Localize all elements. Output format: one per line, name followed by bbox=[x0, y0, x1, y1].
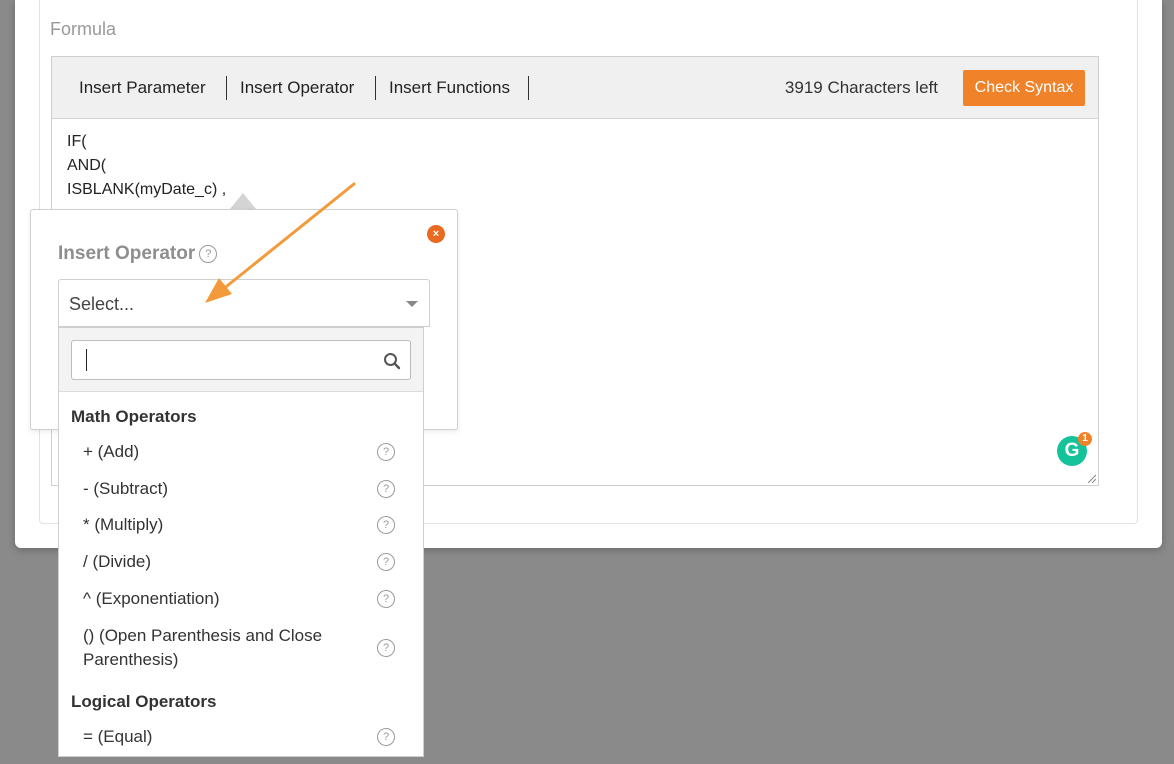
close-icon[interactable]: × bbox=[427, 225, 445, 243]
grammarly-count-badge: 1 bbox=[1078, 432, 1092, 446]
option-add[interactable]: + (Add) bbox=[83, 440, 139, 464]
insert-parameter-link[interactable]: Insert Parameter bbox=[79, 77, 206, 99]
help-icon[interactable]: ? bbox=[377, 639, 395, 657]
code-line: IF( bbox=[67, 133, 87, 150]
option-parentheses-line2: Parenthesis) bbox=[83, 650, 179, 669]
popover-caret bbox=[230, 193, 256, 209]
popover-title: Insert Operator? bbox=[58, 243, 218, 265]
search-icon bbox=[384, 353, 401, 370]
option-parentheses-line1: () (Open Parenthesis and Close bbox=[83, 626, 323, 645]
code-line: ISBLANK(myDate_c) , bbox=[67, 181, 227, 198]
resize-handle-icon[interactable] bbox=[1086, 473, 1096, 483]
code-line: AND( bbox=[67, 157, 107, 174]
operator-select[interactable]: Select... bbox=[58, 279, 430, 327]
chevron-down-icon bbox=[406, 301, 418, 307]
option-divide[interactable]: / (Divide) bbox=[83, 550, 151, 574]
option-multiply[interactable]: * (Multiply) bbox=[83, 513, 163, 537]
formula-label: Formula bbox=[50, 19, 117, 39]
insert-operator-link[interactable]: Insert Operator bbox=[240, 77, 354, 99]
help-icon[interactable]: ? bbox=[377, 590, 395, 608]
help-icon[interactable]: ? bbox=[377, 480, 395, 498]
text-cursor bbox=[86, 349, 87, 371]
toolbar-divider bbox=[226, 76, 227, 100]
toolbar-divider bbox=[375, 76, 376, 100]
help-icon[interactable]: ? bbox=[377, 553, 395, 571]
option-parentheses[interactable]: () (Open Parenthesis and Close Parenthesi… bbox=[83, 624, 322, 672]
operator-dropdown: Math Operators + (Add) ? - (Subtract) ? … bbox=[58, 327, 424, 757]
option-equal[interactable]: = (Equal) bbox=[83, 725, 152, 749]
help-icon[interactable]: ? bbox=[377, 443, 395, 461]
check-syntax-button[interactable]: Check Syntax bbox=[963, 70, 1085, 106]
help-icon[interactable]: ? bbox=[377, 516, 395, 534]
insert-functions-link[interactable]: Insert Functions bbox=[389, 77, 510, 99]
select-value: Select... bbox=[69, 294, 135, 314]
help-icon[interactable]: ? bbox=[377, 728, 395, 746]
editor-toolbar: Insert Parameter Insert Operator Insert … bbox=[52, 57, 1098, 119]
option-exponentiation[interactable]: ^ (Exponentiation) bbox=[83, 587, 220, 611]
group-label-logical-operators: Logical Operators bbox=[71, 692, 217, 711]
formula-textarea[interactable]: IF( AND( ISBLANK(myDate_c) , bbox=[67, 130, 226, 202]
group-label-math-operators: Math Operators bbox=[71, 407, 197, 426]
toolbar-divider bbox=[528, 76, 529, 100]
option-subtract[interactable]: - (Subtract) bbox=[83, 477, 168, 501]
popover-title-text: Insert Operator bbox=[58, 243, 196, 264]
operator-search-input[interactable] bbox=[71, 340, 411, 380]
dropdown-search-area bbox=[59, 328, 423, 392]
characters-left-counter: 3919 Characters left bbox=[784, 78, 938, 97]
help-icon[interactable]: ? bbox=[199, 244, 218, 263]
